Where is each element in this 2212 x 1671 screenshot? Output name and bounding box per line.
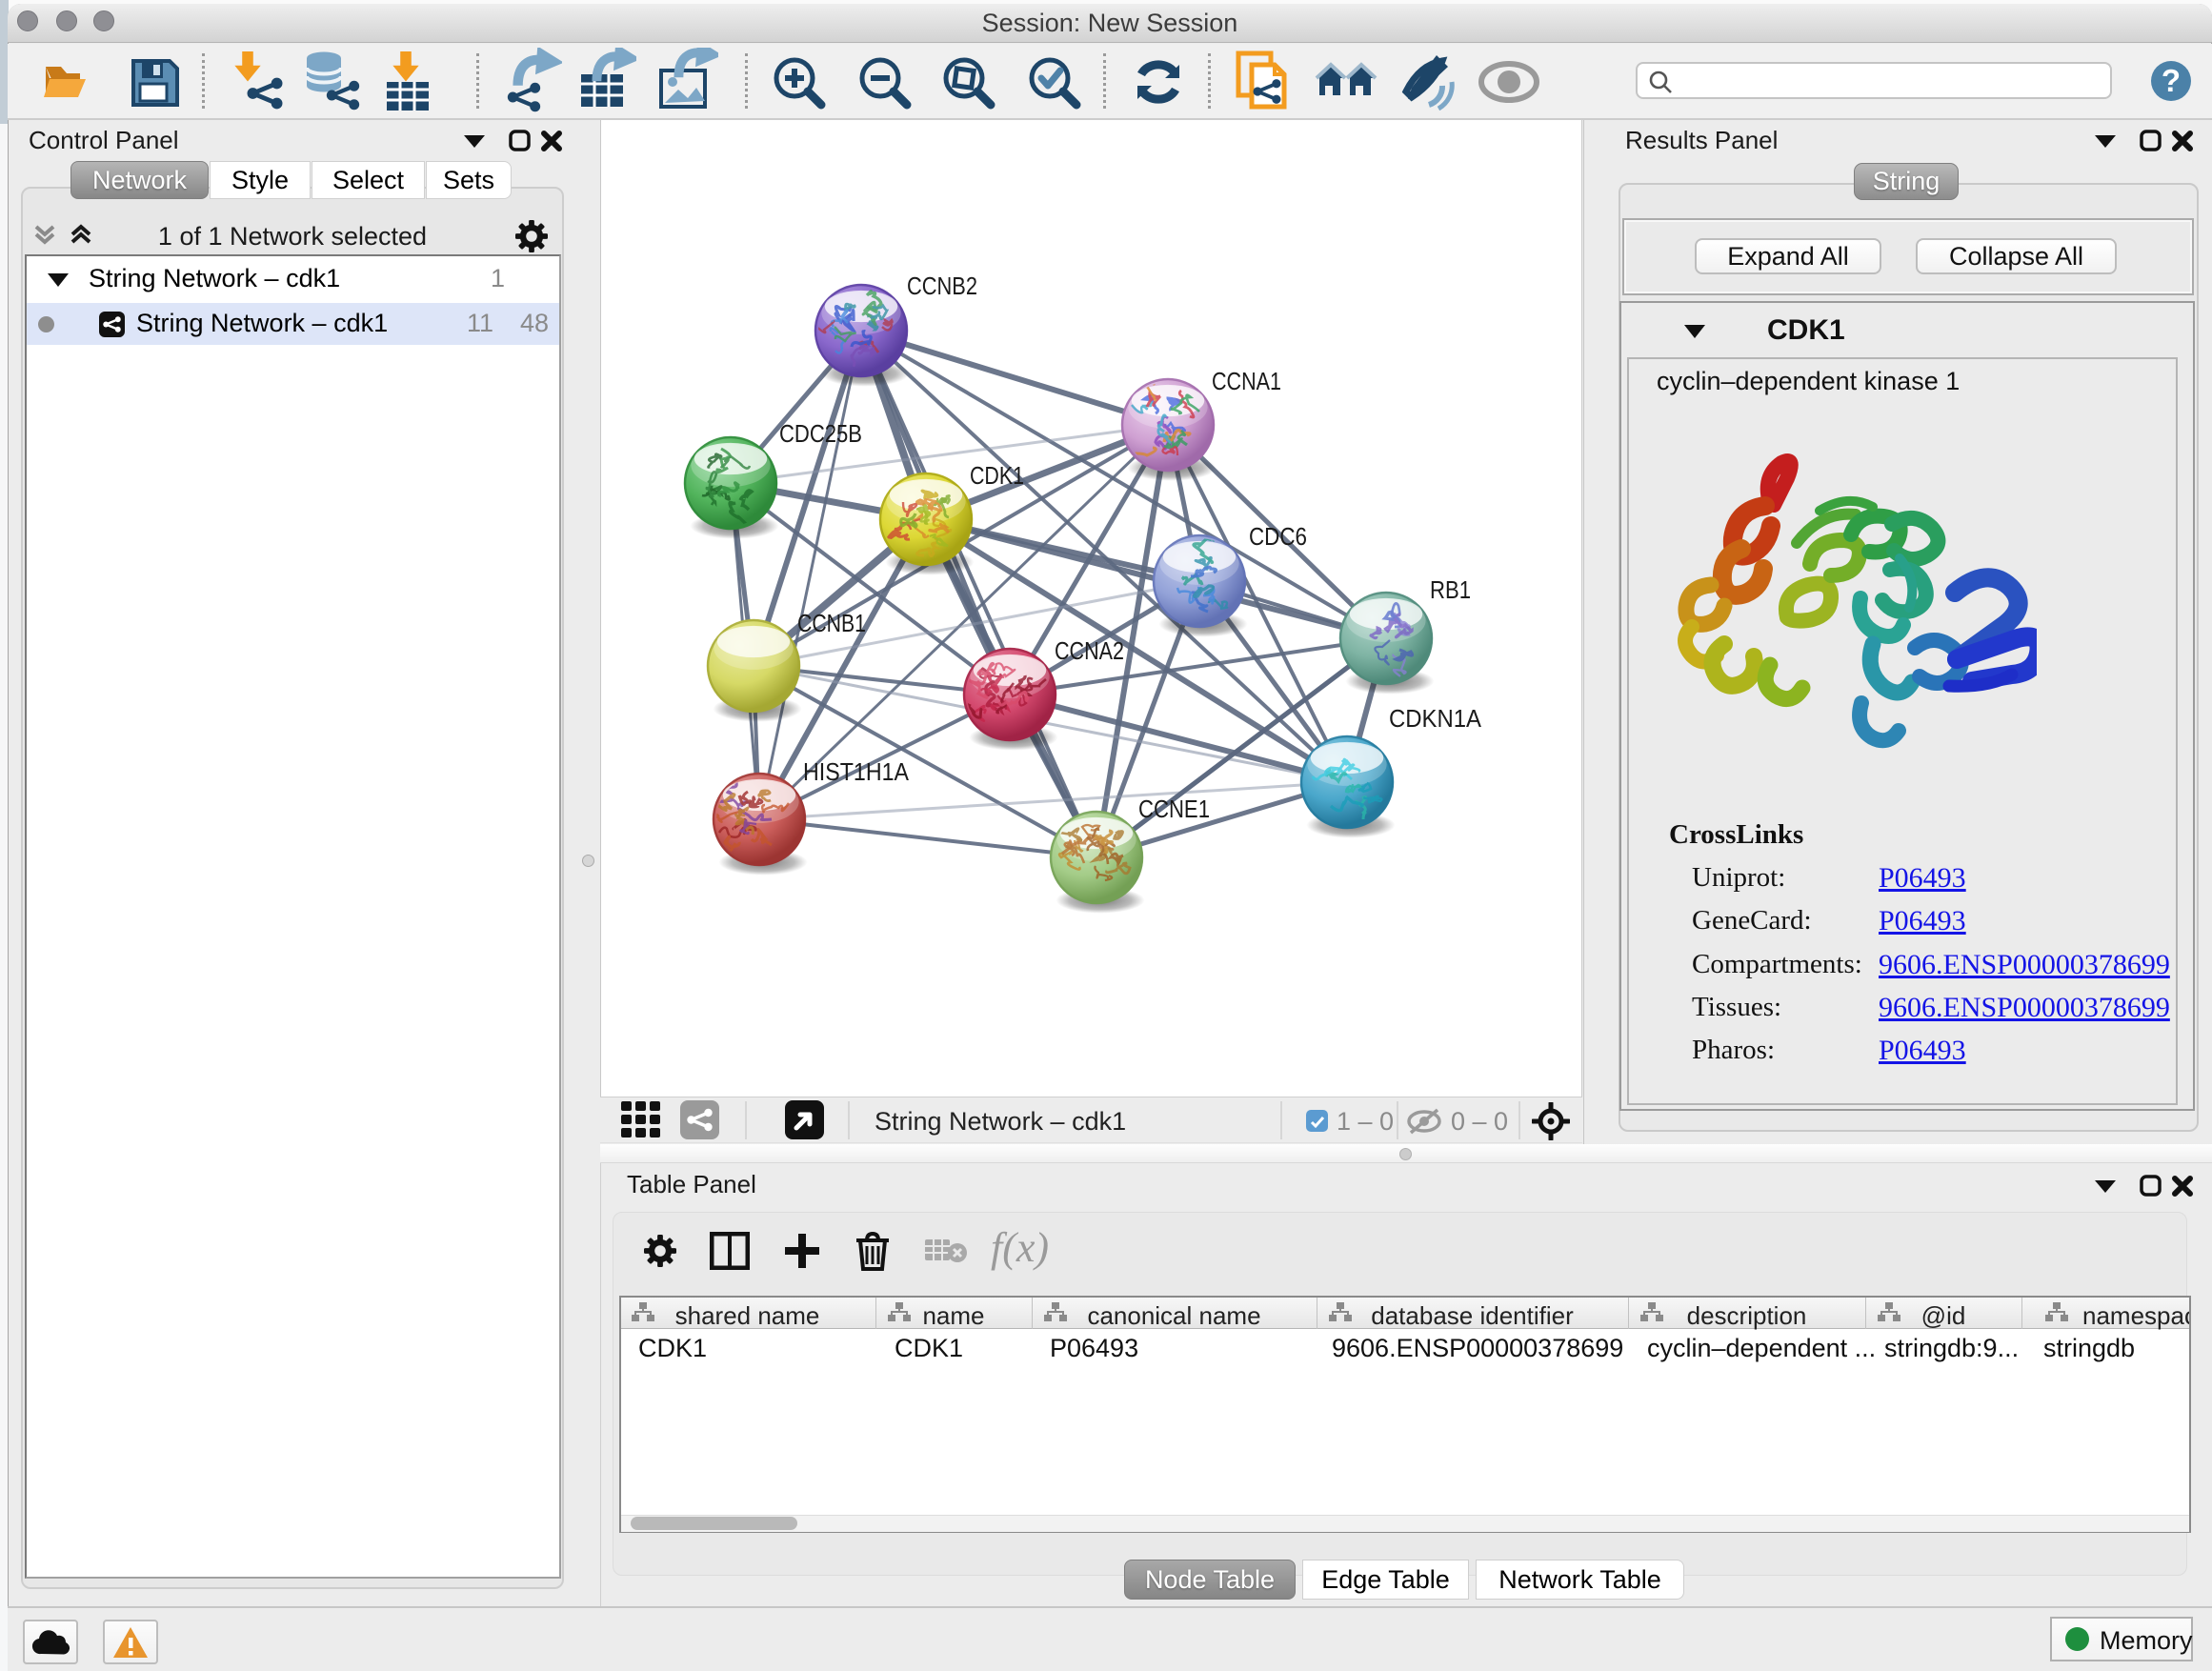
svg-text:RB1: RB1 [1430, 575, 1471, 604]
svg-text:CCNA2: CCNA2 [1055, 636, 1124, 665]
svg-text:CDC25B: CDC25B [779, 419, 862, 448]
svg-text:CDKN1A: CDKN1A [1389, 704, 1482, 733]
svg-text:CDK1: CDK1 [970, 461, 1024, 490]
svg-text:CCNE1: CCNE1 [1138, 795, 1210, 823]
svg-text:CCNB1: CCNB1 [797, 609, 866, 637]
svg-text:HIST1H1A: HIST1H1A [803, 757, 910, 786]
svg-text:CCNB2: CCNB2 [907, 272, 977, 300]
svg-text:CDC6: CDC6 [1249, 522, 1307, 551]
svg-text:CCNA1: CCNA1 [1212, 367, 1281, 395]
